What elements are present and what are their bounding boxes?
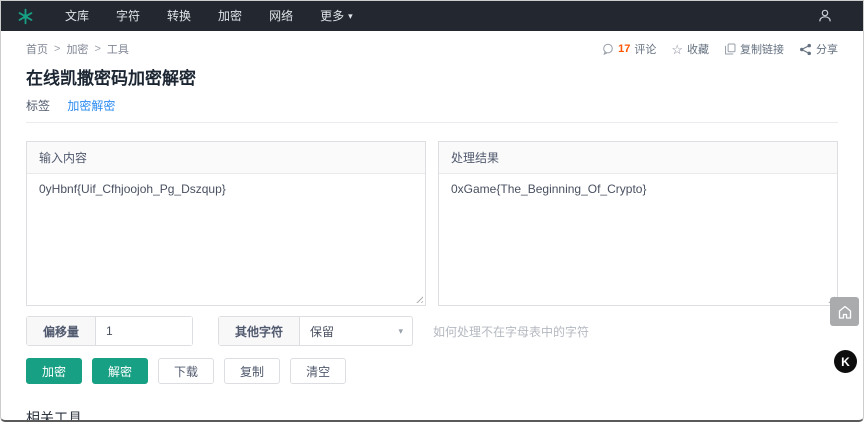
breadcrumb-separator: > bbox=[94, 43, 100, 55]
chevron-down-icon: ▾ bbox=[348, 1, 353, 31]
breadcrumb-current: 工具 bbox=[107, 41, 129, 57]
other-chars-group: 其他字符 保留 ▾ bbox=[218, 316, 413, 346]
input-textarea[interactable]: 0yHbnf{Uif_Cfhjoojoh_Pg_Dszqup} bbox=[27, 174, 425, 305]
nav-item-jiami[interactable]: 加密 bbox=[218, 1, 242, 31]
browser-window: 文库 字符 转换 加密 网络 更多 ▾ 首页 > 加密 > 工具 bbox=[0, 0, 864, 422]
tags-label: 标签 bbox=[26, 99, 50, 113]
star-icon: ☆ bbox=[671, 44, 683, 55]
breadcrumb: 首页 > 加密 > 工具 bbox=[26, 41, 129, 57]
favorite-button[interactable]: ☆ 收藏 bbox=[671, 41, 709, 57]
copy-button[interactable]: 复制 bbox=[224, 358, 280, 384]
other-chars-label: 其他字符 bbox=[219, 317, 300, 345]
copy-link-button[interactable]: 复制链接 bbox=[724, 41, 784, 57]
comment-icon bbox=[602, 43, 614, 55]
input-panel: 输入内容 0yHbnf{Uif_Cfhjoojoh_Pg_Dszqup} bbox=[26, 141, 426, 306]
tags-row: 标签 加密解密 bbox=[26, 97, 838, 123]
other-chars-hint: 如何处理不在字母表中的字符 bbox=[433, 323, 589, 340]
top-navbar: 文库 字符 转换 加密 网络 更多 ▾ bbox=[1, 1, 863, 31]
result-panel: 处理结果 0xGame{The_Beginning_Of_Crypto} bbox=[438, 141, 838, 306]
nav-item-wangluo[interactable]: 网络 bbox=[269, 1, 293, 31]
breadcrumb-encrypt[interactable]: 加密 bbox=[66, 41, 88, 57]
breadcrumb-home[interactable]: 首页 bbox=[26, 41, 48, 57]
nav-item-zifu[interactable]: 字符 bbox=[116, 1, 140, 31]
share-icon bbox=[799, 43, 812, 56]
nav-item-wenku[interactable]: 文库 bbox=[65, 1, 89, 31]
offset-input-group: 偏移量 bbox=[26, 316, 193, 346]
chat-widget-button[interactable]: K bbox=[834, 350, 857, 373]
download-button[interactable]: 下载 bbox=[158, 358, 214, 384]
nav-item-zhuanhuan[interactable]: 转换 bbox=[167, 1, 191, 31]
back-to-home-button[interactable] bbox=[830, 297, 859, 326]
main-content: 首页 > 加密 > 工具 17 评论 ☆ 收藏 bbox=[1, 41, 863, 422]
clear-button[interactable]: 清空 bbox=[290, 358, 346, 384]
user-icon bbox=[817, 8, 833, 24]
breadcrumb-separator: > bbox=[54, 43, 60, 55]
offset-input[interactable] bbox=[96, 317, 192, 345]
share-button[interactable]: 分享 bbox=[799, 41, 838, 57]
chevron-down-icon: ▾ bbox=[399, 326, 404, 337]
selected-option: 保留 bbox=[310, 323, 334, 340]
action-buttons-row: 加密 解密 下载 复制 清空 bbox=[26, 358, 838, 384]
comment-count: 17 bbox=[618, 43, 630, 55]
encrypt-button[interactable]: 加密 bbox=[26, 358, 82, 384]
page-actions: 17 评论 ☆ 收藏 复制链接 bbox=[602, 41, 838, 57]
tag-link-encrypt-decrypt[interactable]: 加密解密 bbox=[67, 99, 115, 113]
user-account-button[interactable] bbox=[817, 8, 847, 24]
related-tools-title: 相关工具 bbox=[26, 408, 838, 422]
other-chars-select[interactable]: 保留 ▾ bbox=[300, 317, 412, 345]
home-icon bbox=[836, 303, 854, 321]
result-panel-header: 处理结果 bbox=[439, 142, 837, 174]
result-textarea[interactable]: 0xGame{The_Beginning_Of_Crypto} bbox=[439, 174, 837, 305]
site-logo-snowflake-icon[interactable] bbox=[17, 8, 34, 25]
nav-item-more[interactable]: 更多 ▾ bbox=[320, 1, 353, 31]
input-panel-header: 输入内容 bbox=[27, 142, 425, 174]
comments-link[interactable]: 17 评论 bbox=[602, 41, 656, 57]
decrypt-button[interactable]: 解密 bbox=[92, 358, 148, 384]
copy-icon bbox=[724, 43, 736, 55]
breadcrumb-row: 首页 > 加密 > 工具 17 评论 ☆ 收藏 bbox=[26, 41, 838, 57]
page-title: 在线凯撒密码加密解密 bbox=[26, 64, 838, 89]
io-panels: 输入内容 0yHbnf{Uif_Cfhjoojoh_Pg_Dszqup} 处理结… bbox=[26, 141, 838, 306]
offset-label: 偏移量 bbox=[27, 317, 96, 345]
controls-row: 偏移量 其他字符 保留 ▾ 如何处理不在字母表中的字符 bbox=[26, 316, 838, 346]
